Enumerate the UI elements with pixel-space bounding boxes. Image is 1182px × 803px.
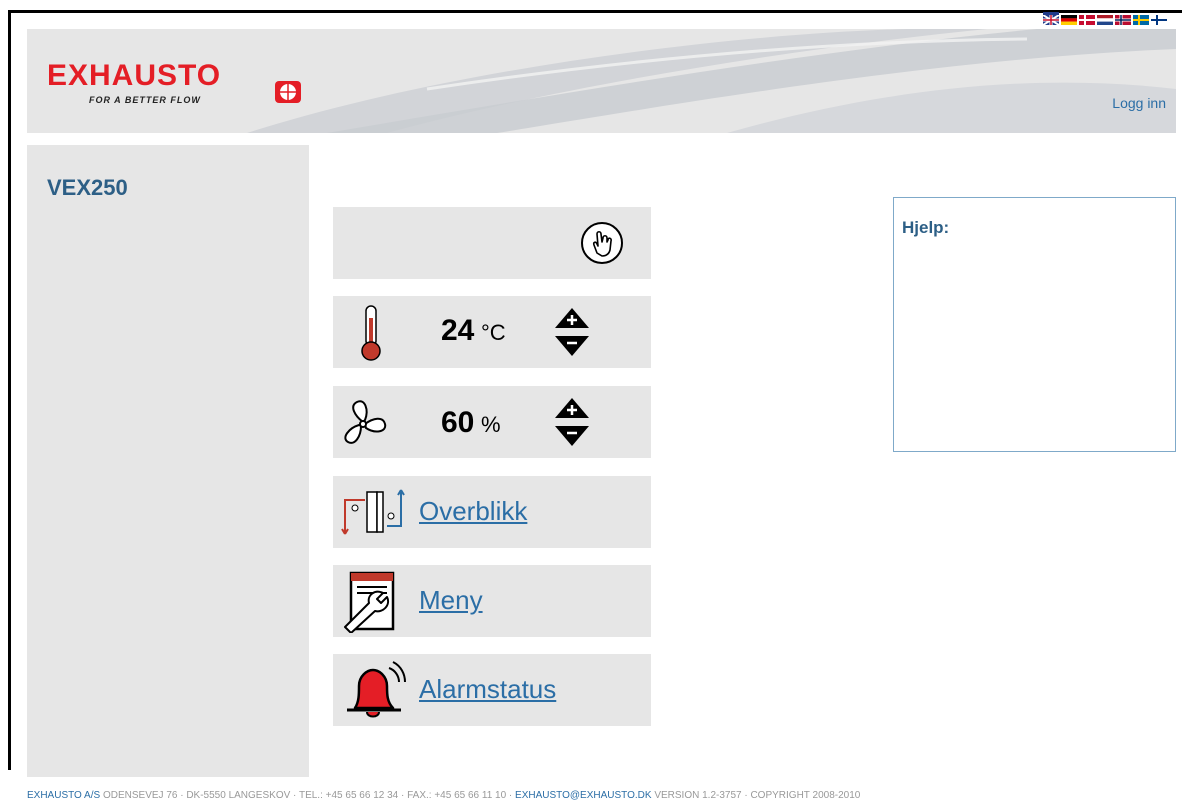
language-selector: [1042, 12, 1167, 26]
thermometer-icon: [361, 305, 381, 361]
help-title: Hjelp:: [902, 218, 950, 237]
finnish-flag[interactable]: [1151, 12, 1167, 25]
temperature-panel: 24 °C: [333, 296, 651, 368]
footer-company-link[interactable]: EXHAUSTO A/S: [27, 790, 100, 801]
brand-logo: EXHAUSTO: [47, 59, 222, 92]
sidebar: VEX250: [27, 145, 309, 777]
swedish-flag[interactable]: [1133, 12, 1149, 25]
fan-icon: [344, 400, 387, 444]
help-box: Hjelp:: [893, 197, 1176, 452]
fan-panel: 60 %: [333, 386, 651, 458]
alarm-panel[interactable]: Alarmstatus: [333, 654, 651, 726]
danish-flag[interactable]: [1079, 12, 1095, 25]
english-flag[interactable]: [1042, 12, 1060, 26]
fan-value: 60: [441, 406, 475, 439]
footer: EXHAUSTO A/S ODENSEVEJ 76 · DK-5550 LANG…: [27, 790, 860, 801]
menu-link[interactable]: Meny: [419, 585, 483, 616]
fan-up-down-icon[interactable]: [553, 396, 591, 448]
alarm-status-link[interactable]: Alarmstatus: [419, 674, 556, 705]
overview-panel[interactable]: Overblikk: [333, 476, 651, 548]
footer-address: ODENSEVEJ 76 · DK-5550 LANGESKOV · TEL.:…: [102, 790, 513, 801]
login-link[interactable]: Logg inn: [1112, 95, 1166, 111]
fan-unit: %: [481, 412, 501, 437]
norwegian-flag[interactable]: [1115, 12, 1131, 25]
airflow-overview-icon: [341, 489, 405, 535]
wrench-document-icon: [344, 571, 395, 633]
dutch-flag[interactable]: [1097, 12, 1113, 25]
temperature-value: 24: [441, 314, 475, 347]
overview-link[interactable]: Overblikk: [419, 496, 527, 527]
hand-touch-icon[interactable]: [580, 221, 624, 265]
mode-panel: [333, 207, 651, 279]
footer-email-link[interactable]: EXHAUSTO@EXHAUSTO.DK: [515, 790, 651, 801]
temperature-unit: °C: [481, 320, 506, 345]
header-banner: EXHAUSTO FOR A BETTER FLOW Logg inn: [27, 29, 1176, 133]
alarm-bell-icon: [347, 661, 406, 718]
german-flag[interactable]: [1061, 12, 1077, 25]
footer-version: VERSION 1.2-3757 · COPYRIGHT 2008-2010: [654, 790, 861, 801]
temperature-up-down-icon[interactable]: [553, 306, 591, 358]
exhausto-fan-logo-icon: [275, 81, 301, 103]
device-name: VEX250: [47, 175, 128, 200]
brand-tagline: FOR A BETTER FLOW: [89, 95, 201, 105]
menu-panel[interactable]: Meny: [333, 565, 651, 637]
